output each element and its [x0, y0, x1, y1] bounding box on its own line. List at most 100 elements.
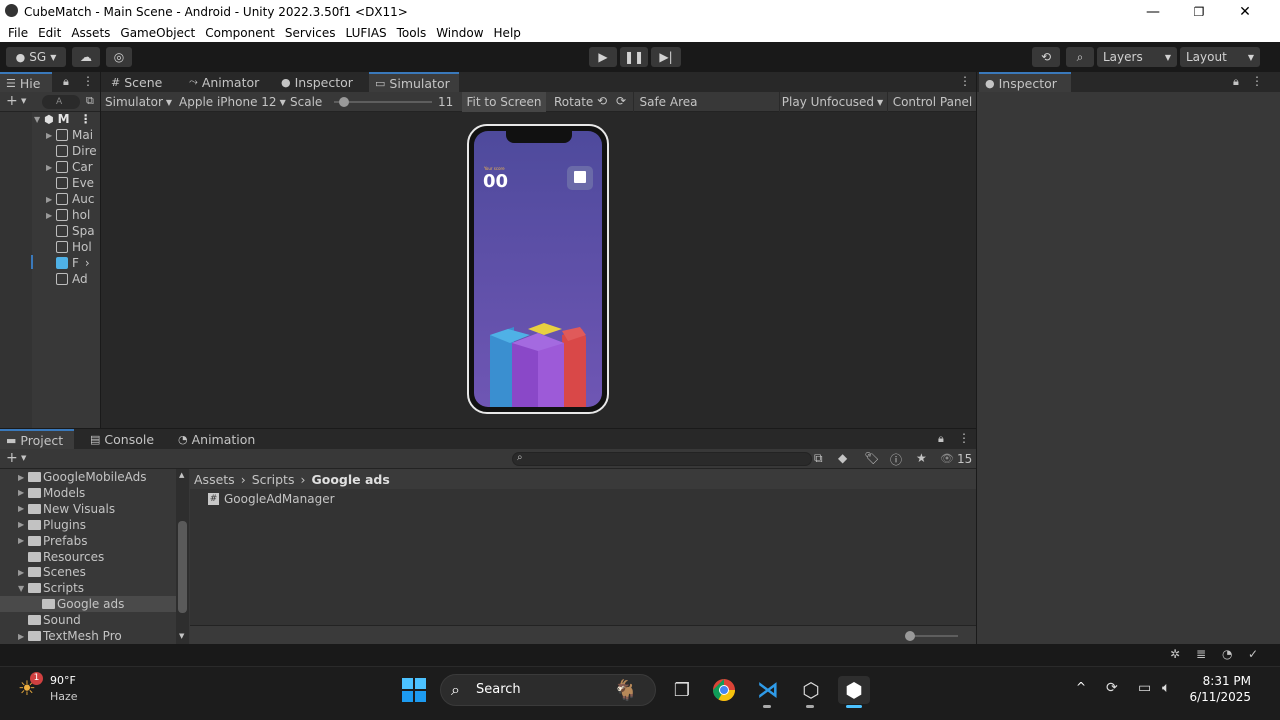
history-button[interactable]: ⟲	[1032, 47, 1060, 67]
tab-console[interactable]: ▤ Console	[84, 429, 164, 449]
minimize-button[interactable]: —	[1130, 0, 1176, 24]
expand-arrow-icon[interactable]: ▶	[18, 536, 28, 545]
fit-to-screen-button[interactable]: Fit to Screen	[462, 92, 546, 112]
expand-arrow-icon[interactable]: ▶	[18, 504, 28, 513]
scroll-up-icon[interactable]: ▲	[179, 471, 184, 479]
hierarchy-item[interactable]: Ad	[56, 271, 100, 287]
debug-icon[interactable]: ✲	[1170, 647, 1180, 661]
lock-icon[interactable]: 🔒︎	[938, 432, 944, 446]
hierarchy-item-prefab[interactable]: F ›	[56, 255, 100, 271]
hierarchy-root-scene[interactable]: ▼ ⬢ M ⋮	[34, 111, 100, 127]
star-icon[interactable]: ★	[916, 451, 927, 465]
control-panel-button[interactable]: Control Panel	[887, 92, 977, 112]
project-search-input[interactable]: ⌕	[512, 452, 812, 466]
scrollbar-track[interactable]: ▲ ▼	[176, 469, 189, 645]
scroll-down-icon[interactable]: ▼	[179, 632, 184, 640]
tab-inspector-right[interactable]: ● Inspector	[979, 72, 1071, 92]
menu-assets[interactable]: Assets	[71, 26, 110, 40]
menu-lufias[interactable]: LUFIAS	[346, 26, 387, 40]
simulator-mode-dropdown[interactable]: Simulator ▼	[105, 93, 172, 111]
layers-dropdown[interactable]: Layers ▼	[1097, 47, 1177, 67]
menu-gameobject[interactable]: GameObject	[120, 26, 195, 40]
lock-icon[interactable]: 🔒︎	[1233, 75, 1239, 89]
more-icon[interactable]: ⋮	[958, 431, 970, 445]
folder-item[interactable]: Resources	[0, 549, 176, 565]
hierarchy-item[interactable]: Eve	[56, 175, 100, 191]
add-icon[interactable]: +	[6, 450, 18, 466]
more-icon[interactable]: ⋮	[1251, 74, 1263, 88]
task-view-button[interactable]: ❐	[666, 676, 698, 704]
hierarchy-item[interactable]: Dire	[56, 143, 100, 159]
menu-edit[interactable]: Edit	[38, 26, 61, 40]
breadcrumb-scripts[interactable]: Scripts	[252, 472, 295, 487]
hierarchy-item[interactable]: Spa	[56, 223, 100, 239]
expand-arrow-icon[interactable]: ▼	[34, 115, 44, 124]
tab-inspector[interactable]: ● Inspector	[275, 72, 365, 92]
scale-slider[interactable]	[334, 97, 432, 107]
hierarchy-item[interactable]: ▶ Mai	[46, 127, 100, 143]
start-button[interactable]	[398, 676, 430, 704]
tab-scene[interactable]: # Scene	[105, 72, 179, 92]
hierarchy-item[interactable]: ▶ Car	[46, 159, 100, 175]
expand-arrow-icon[interactable]: ▶	[18, 520, 28, 529]
tab-animation[interactable]: ◔ Animation	[172, 429, 262, 449]
scrollbar-thumb[interactable]	[178, 521, 187, 613]
clock-time[interactable]: 8:31 PM	[1199, 674, 1251, 688]
scene-filter-icon[interactable]: ⧉	[86, 94, 94, 108]
menu-tools[interactable]: Tools	[397, 26, 427, 40]
expand-arrow-icon[interactable]: ▶	[18, 488, 28, 497]
chevron-down-icon[interactable]: ▼	[21, 454, 26, 462]
expand-arrow-icon[interactable]: ▶	[46, 163, 56, 172]
pause-game-button[interactable]	[567, 166, 593, 190]
folder-item[interactable]: ▶ TextMesh Pro	[0, 628, 176, 644]
hierarchy-item[interactable]: ▶ Auc	[46, 191, 100, 207]
expand-arrow-icon[interactable]: ▼	[18, 584, 28, 593]
network-icon[interactable]: ▭	[1138, 680, 1151, 696]
folder-item[interactable]: ▶ New Visuals	[0, 501, 176, 517]
more-icon[interactable]: ⋮	[82, 74, 94, 88]
breadcrumb-assets[interactable]: Assets	[194, 472, 235, 487]
menu-help[interactable]: Help	[494, 26, 521, 40]
game-screen[interactable]: Your score 00	[474, 131, 602, 407]
tab-animator[interactable]: ⤳ Animator	[183, 72, 271, 92]
label-filter-icon[interactable]: 🏷︎	[864, 451, 879, 465]
account-button[interactable]: ● SG ▼	[6, 47, 66, 67]
folder-item[interactable]: ▶ Models	[0, 485, 176, 501]
folder-item[interactable]: ▶ Plugins	[0, 517, 176, 533]
chrome-button[interactable]	[708, 676, 740, 704]
lock-icon[interactable]: 🔒︎	[63, 75, 69, 89]
cache-icon[interactable]: ≣	[1196, 647, 1206, 661]
expand-arrow-icon[interactable]: ▶	[18, 473, 28, 482]
file-item[interactable]: # GoogleAdManager	[208, 491, 408, 507]
rotate-right-icon[interactable]: ⟳	[616, 94, 626, 108]
info-icon[interactable]: ⓘ	[890, 451, 902, 468]
add-icon[interactable]: +	[6, 93, 18, 109]
folder-item[interactable]: ▶ GoogleMobileAds	[0, 469, 176, 485]
search-by-type-icon[interactable]: ⧉	[814, 451, 823, 466]
icon-size-slider-thumb[interactable]	[905, 631, 915, 641]
rotate-left-icon[interactable]: ⟲	[597, 94, 607, 108]
tab-hierarchy[interactable]: ☰ Hie	[0, 72, 52, 92]
more-icon[interactable]: ⋮	[80, 112, 92, 126]
filter-type-icon[interactable]: ◆	[838, 451, 847, 465]
icon-size-slider[interactable]	[905, 631, 958, 641]
maximize-button[interactable]: ❐	[1176, 0, 1222, 24]
expand-arrow-icon[interactable]: ▶	[46, 211, 56, 220]
chevron-down-icon[interactable]: ▼	[21, 97, 26, 105]
progress-icon[interactable]: ◔	[1222, 647, 1232, 661]
safe-area-toggle[interactable]: Safe Area	[633, 92, 703, 112]
taskbar-search[interactable]: ⌕ Search 🐐	[440, 674, 656, 706]
menu-window[interactable]: Window	[436, 26, 483, 40]
unity-editor-button[interactable]: ⬢	[838, 676, 870, 704]
tab-project[interactable]: ▬ Project	[0, 429, 74, 449]
hierarchy-item[interactable]: Hol	[56, 239, 100, 255]
tray-overflow-icon[interactable]: ^	[1076, 680, 1086, 694]
play-button[interactable]: ▶	[589, 47, 617, 67]
check-icon[interactable]: ✓	[1248, 647, 1258, 661]
menu-services[interactable]: Services	[285, 26, 336, 40]
layout-dropdown[interactable]: Layout ▼	[1180, 47, 1260, 67]
close-button[interactable]: ✕	[1222, 0, 1268, 24]
more-icon[interactable]: ⋮	[959, 74, 971, 88]
collab-button[interactable]: ◎	[106, 47, 132, 67]
menu-file[interactable]: File	[8, 26, 28, 40]
